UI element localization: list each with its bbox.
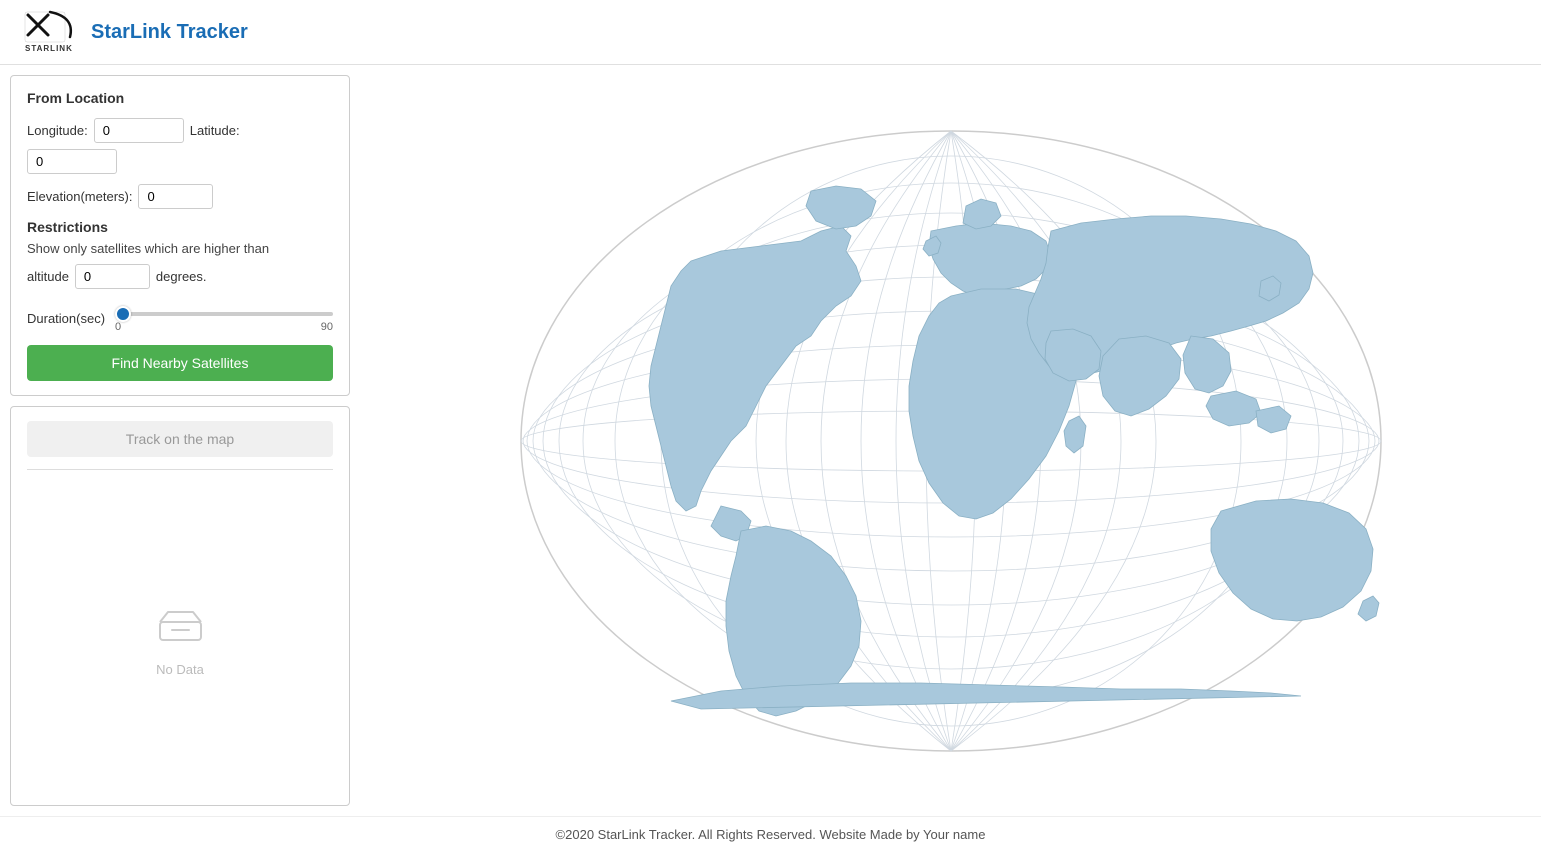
altitude-label: altitude xyxy=(27,269,69,284)
elevation-row: Elevation(meters): xyxy=(27,184,333,209)
map-area xyxy=(360,65,1541,816)
slider-min-label: 0 xyxy=(115,321,121,333)
duration-slider[interactable] xyxy=(115,312,333,316)
no-data-text: No Data xyxy=(156,662,204,677)
slider-labels: 0 90 xyxy=(115,321,333,333)
no-data-icon xyxy=(158,604,203,654)
slider-max-label: 90 xyxy=(321,321,333,333)
latitude-label: Latitude: xyxy=(190,123,240,138)
world-map xyxy=(501,111,1401,771)
restrictions-text: Show only satellites which are higher th… xyxy=(27,241,333,256)
svg-text:STARLINK: STARLINK xyxy=(25,44,73,53)
from-location-panel: From Location Longitude: Latitude: Eleva… xyxy=(10,75,350,396)
track-divider xyxy=(27,469,333,470)
longitude-row: Longitude: Latitude: xyxy=(27,118,333,174)
degrees-label: degrees. xyxy=(156,269,207,284)
starlink-logo-icon: STARLINK xyxy=(20,7,75,57)
altitude-row: altitude degrees. xyxy=(27,264,333,289)
longitude-label: Longitude: xyxy=(27,123,88,138)
find-satellites-button[interactable]: Find Nearby Satellites xyxy=(27,345,333,381)
elevation-input[interactable] xyxy=(138,184,213,209)
logo: STARLINK xyxy=(20,7,75,57)
app-title: StarLink Tracker xyxy=(91,21,248,44)
track-on-map-button[interactable]: Track on the map xyxy=(27,421,333,457)
longitude-input[interactable] xyxy=(94,118,184,143)
restrictions-title: Restrictions xyxy=(27,219,333,235)
track-panel: Track on the map No Data xyxy=(10,406,350,806)
inbox-icon xyxy=(158,604,203,644)
from-location-title: From Location xyxy=(27,90,333,106)
footer-text: ©2020 StarLink Tracker. All Rights Reser… xyxy=(556,827,986,842)
app-header: STARLINK StarLink Tracker xyxy=(0,0,1541,65)
left-panel: From Location Longitude: Latitude: Eleva… xyxy=(0,65,360,816)
duration-row: Duration(sec) 0 90 xyxy=(27,303,333,333)
elevation-label: Elevation(meters): xyxy=(27,189,132,204)
latitude-input[interactable] xyxy=(27,149,117,174)
no-data-section: No Data xyxy=(27,490,333,791)
duration-label: Duration(sec) xyxy=(27,311,105,326)
main-layout: From Location Longitude: Latitude: Eleva… xyxy=(0,65,1541,816)
footer: ©2020 StarLink Tracker. All Rights Reser… xyxy=(0,816,1541,856)
altitude-input[interactable] xyxy=(75,264,150,289)
duration-slider-container: 0 90 xyxy=(115,303,333,333)
